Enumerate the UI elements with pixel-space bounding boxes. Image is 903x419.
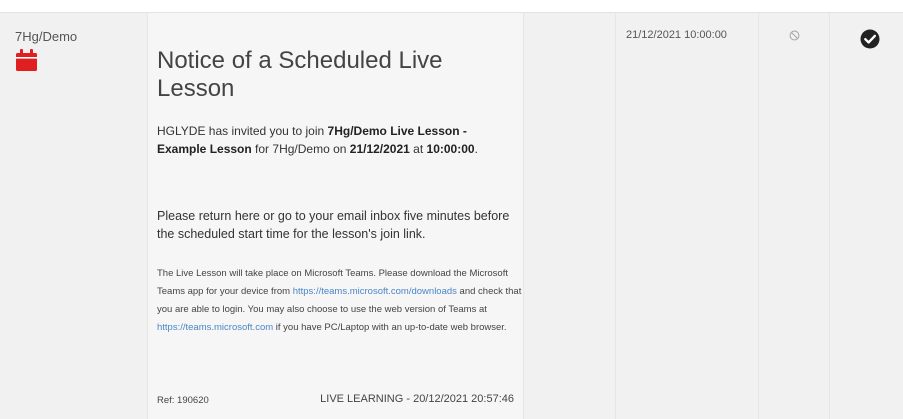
reference-number: Ref: 190620 <box>157 395 209 406</box>
teams-downloads-link[interactable]: https://teams.microsoft.com/downloads <box>293 286 457 297</box>
date-cell: 21/12/2021 10:00:00 <box>615 13 759 419</box>
calendar-icon <box>16 49 37 71</box>
source-timestamp: LIVE LEARNING - 20/12/2021 20:57:46 <box>320 393 514 405</box>
return-text: Please return here or go to your email i… <box>157 209 510 241</box>
table-header-strip <box>0 0 903 13</box>
empty-cell <box>523 13 616 419</box>
check-circle-icon[interactable] <box>860 29 880 49</box>
action-cell <box>829 13 903 419</box>
invite-pre: HGLYDE has invited you to join <box>157 124 328 138</box>
invite-mid1: for 7Hg/Demo on <box>251 142 350 156</box>
teams-info-text: The Live Lesson will take place on Micro… <box>157 265 522 337</box>
no-entry-icon[interactable] <box>789 30 800 41</box>
invite-mid2: at <box>409 142 427 156</box>
invite-post: . <box>474 142 478 156</box>
teams-web-link[interactable]: https://teams.microsoft.com <box>157 322 273 333</box>
message-cell: Notice of a Scheduled Live Lesson HGLYDE… <box>147 13 524 419</box>
status-cell <box>758 13 830 419</box>
scheduled-datetime: 21/12/2021 10:00:00 <box>626 29 727 41</box>
invite-text: HGLYDE has invited you to join 7Hg/Demo … <box>157 122 517 158</box>
message-row: 7Hg/Demo Notice of a Scheduled Live Less… <box>0 13 903 419</box>
group-name: 7Hg/Demo <box>15 29 78 44</box>
info-part3: if you have PC/Laptop with an up-to-date… <box>273 322 507 333</box>
invite-time: 10:00:00 <box>426 142 475 156</box>
message-title: Notice of a Scheduled Live Lesson <box>157 47 443 102</box>
group-cell: 7Hg/Demo <box>0 13 147 419</box>
invite-date: 21/12/2021 <box>349 142 410 156</box>
